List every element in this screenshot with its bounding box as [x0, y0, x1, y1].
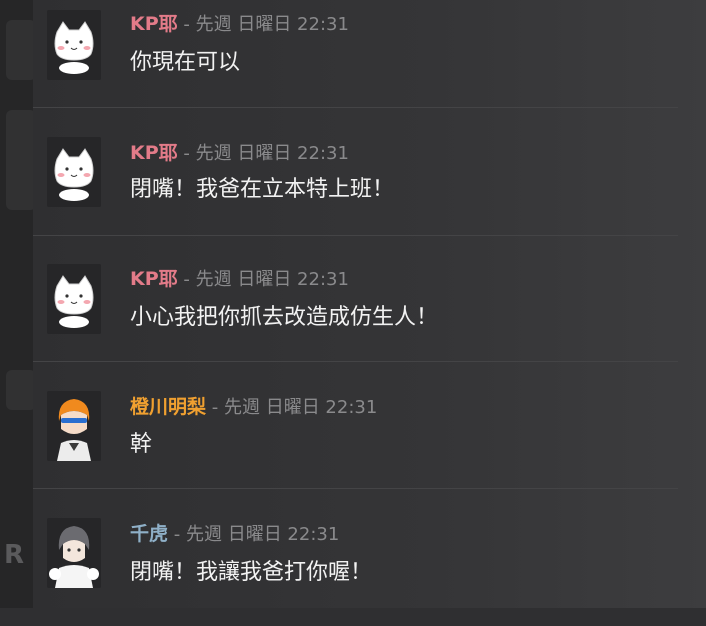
- chat-message[interactable]: KP耶 - 先週 日曜日 22:31 你現在可以: [33, 0, 678, 118]
- separator: -: [177, 269, 196, 290]
- message-header: 橙川明梨 - 先週 日曜日 22:31: [130, 395, 377, 420]
- gray-hair-avatar-icon[interactable]: [47, 518, 101, 588]
- message-divider: [33, 107, 678, 108]
- separator: -: [206, 397, 224, 418]
- message-list: KP耶 - 先週 日曜日 22:31 你現在可以 KP耶 - 先週 日曜日 22…: [33, 0, 706, 608]
- message-divider: [33, 488, 678, 489]
- server-icon[interactable]: [6, 20, 33, 80]
- separator: -: [177, 143, 196, 164]
- author-name[interactable]: 橙川明梨: [130, 396, 206, 418]
- server-initial-icon: R: [4, 540, 25, 570]
- server-icon[interactable]: [6, 110, 33, 210]
- chat-message[interactable]: KP耶 - 先週 日曜日 22:31 閉嘴！我爸在立本特上班！: [33, 127, 678, 245]
- author-name[interactable]: KP耶: [130, 13, 178, 35]
- orange-hair-avatar-icon[interactable]: [47, 391, 101, 461]
- message-header: 千虎 - 先週 日曜日 22:31: [130, 522, 339, 547]
- author-name[interactable]: KP耶: [130, 268, 178, 290]
- message-text: 你現在可以: [130, 50, 241, 75]
- message-header: KP耶 - 先週 日曜日 22:31: [130, 141, 349, 166]
- separator: -: [168, 524, 186, 545]
- timestamp: 先週 日曜日 22:31: [223, 397, 378, 418]
- author-name[interactable]: KP耶: [130, 142, 178, 164]
- timestamp: 先週 日曜日 22:31: [185, 524, 340, 545]
- message-text: 閉嘴！我爸在立本特上班！: [130, 177, 395, 202]
- chat-message[interactable]: 橙川明梨 - 先週 日曜日 22:31 幹: [33, 382, 678, 500]
- message-text: 閉嘴！我讓我爸打你喔！: [130, 560, 373, 585]
- cat-avatar-icon[interactable]: [47, 10, 101, 80]
- separator: -: [177, 14, 196, 35]
- message-text: 小心我把你抓去改造成仿生人！: [130, 305, 439, 330]
- timestamp: 先週 日曜日 22:31: [195, 14, 349, 35]
- chat-message[interactable]: 千虎 - 先週 日曜日 22:31 閉嘴！我讓我爸打你喔！: [33, 508, 678, 626]
- message-divider: [33, 235, 678, 236]
- message-header: KP耶 - 先週 日曜日 22:31: [130, 12, 349, 37]
- message-divider: [33, 361, 678, 362]
- author-name[interactable]: 千虎: [130, 523, 168, 545]
- cat-avatar-icon[interactable]: [47, 264, 101, 334]
- message-header: KP耶 - 先週 日曜日 22:31: [130, 267, 349, 292]
- timestamp: 先週 日曜日 22:31: [195, 269, 349, 290]
- message-text: 幹: [130, 432, 153, 457]
- timestamp: 先週 日曜日 22:31: [195, 143, 349, 164]
- server-icon[interactable]: [6, 370, 33, 410]
- chat-message[interactable]: KP耶 - 先週 日曜日 22:31 小心我把你抓去改造成仿生人！: [33, 254, 678, 372]
- cat-avatar-icon[interactable]: [47, 137, 101, 207]
- server-sidebar-edge: R: [0, 0, 33, 608]
